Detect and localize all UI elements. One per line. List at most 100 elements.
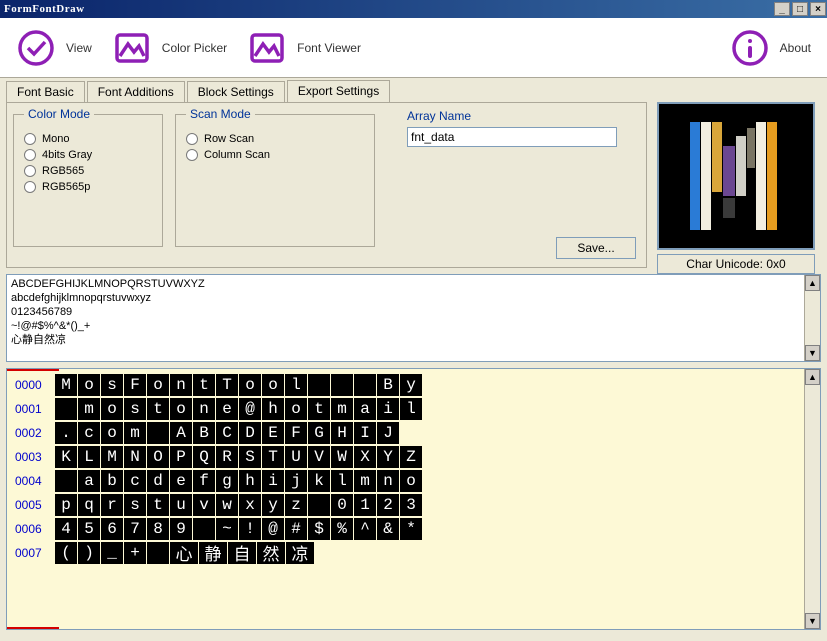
glyph-cell[interactable]: B bbox=[193, 422, 215, 444]
glyph-cell[interactable]: 静 bbox=[199, 542, 227, 564]
scroll-down-icon[interactable]: ▼ bbox=[805, 613, 820, 629]
glyph-cell[interactable]: o bbox=[239, 374, 261, 396]
glyph-cell[interactable]: o bbox=[101, 422, 123, 444]
glyph-cell[interactable]: H bbox=[331, 422, 353, 444]
radio-column-scan[interactable]: Column Scan bbox=[186, 149, 364, 161]
glyph-cell[interactable] bbox=[331, 374, 353, 396]
glyph-cell[interactable]: 心 bbox=[170, 542, 198, 564]
glyph-cell[interactable]: 8 bbox=[147, 518, 169, 540]
radio-mono[interactable]: Mono bbox=[24, 133, 152, 145]
glyph-cell[interactable] bbox=[308, 494, 330, 516]
maximize-button[interactable]: □ bbox=[792, 2, 808, 16]
glyph-cell[interactable]: e bbox=[216, 398, 238, 420]
glyph-cell[interactable]: N bbox=[124, 446, 146, 468]
glyph-cell[interactable]: h bbox=[239, 470, 261, 492]
radio-rgb565p[interactable]: RGB565p bbox=[24, 181, 152, 193]
glyph-cell[interactable]: A bbox=[170, 422, 192, 444]
glyph-cell[interactable]: X bbox=[354, 446, 376, 468]
glyph-cell[interactable]: R bbox=[216, 446, 238, 468]
glyph-cell[interactable]: _ bbox=[101, 542, 123, 564]
color-picker-button[interactable]: Color Picker bbox=[104, 24, 235, 72]
glyph-cell[interactable]: @ bbox=[239, 398, 261, 420]
glyph-cell[interactable]: # bbox=[285, 518, 307, 540]
glyph-cell[interactable]: ~ bbox=[216, 518, 238, 540]
radio-rgb565[interactable]: RGB565 bbox=[24, 165, 152, 177]
glyph-cell[interactable]: $ bbox=[308, 518, 330, 540]
glyph-cell[interactable]: k bbox=[308, 470, 330, 492]
close-button[interactable]: × bbox=[810, 2, 826, 16]
glyph-cell[interactable]: o bbox=[262, 374, 284, 396]
glyph-cell[interactable]: I bbox=[354, 422, 376, 444]
glyph-cell[interactable]: u bbox=[170, 494, 192, 516]
glyph-cell[interactable]: o bbox=[285, 398, 307, 420]
tab-block-settings[interactable]: Block Settings bbox=[187, 81, 285, 103]
glyph-cell[interactable]: s bbox=[101, 374, 123, 396]
about-button[interactable]: About bbox=[722, 24, 819, 72]
glyph-cell[interactable]: q bbox=[78, 494, 100, 516]
glyph-cell[interactable] bbox=[55, 398, 77, 420]
glyph-cell[interactable]: o bbox=[101, 398, 123, 420]
glyph-cell[interactable]: t bbox=[193, 374, 215, 396]
glyph-cell[interactable]: 6 bbox=[101, 518, 123, 540]
scroll-down-icon[interactable]: ▼ bbox=[805, 345, 820, 361]
glyph-cell[interactable]: J bbox=[377, 422, 399, 444]
tab-font-additions[interactable]: Font Additions bbox=[87, 81, 185, 103]
glyph-cell[interactable]: V bbox=[308, 446, 330, 468]
glyph-cell[interactable]: y bbox=[400, 374, 422, 396]
glyph-cell[interactable]: 0 bbox=[331, 494, 353, 516]
glyph-cell[interactable]: i bbox=[262, 470, 284, 492]
radio-4bits-gray[interactable]: 4bits Gray bbox=[24, 149, 152, 161]
glyph-cell[interactable]: d bbox=[147, 470, 169, 492]
glyph-cell[interactable]: m bbox=[124, 422, 146, 444]
glyph-cell[interactable]: M bbox=[101, 446, 123, 468]
glyph-cell[interactable]: e bbox=[170, 470, 192, 492]
glyph-cell[interactable]: z bbox=[285, 494, 307, 516]
glyph-cell[interactable]: c bbox=[124, 470, 146, 492]
glyph-cell[interactable]: n bbox=[170, 374, 192, 396]
glyph-cell[interactable] bbox=[193, 518, 215, 540]
save-button[interactable]: Save... bbox=[556, 237, 636, 259]
glyph-cell[interactable]: s bbox=[124, 494, 146, 516]
glyph-cell[interactable]: p bbox=[55, 494, 77, 516]
glyph-cell[interactable]: W bbox=[331, 446, 353, 468]
scroll-track[interactable] bbox=[805, 291, 820, 345]
glyph-cell[interactable]: l bbox=[400, 398, 422, 420]
glyph-cell[interactable]: K bbox=[55, 446, 77, 468]
glyph-cell[interactable]: 7 bbox=[124, 518, 146, 540]
glyph-cell[interactable]: 自 bbox=[228, 542, 256, 564]
glyph-cell[interactable]: . bbox=[55, 422, 77, 444]
glyph-cell[interactable]: Z bbox=[400, 446, 422, 468]
glyph-cell[interactable]: & bbox=[377, 518, 399, 540]
glyph-cell[interactable]: o bbox=[400, 470, 422, 492]
glyph-cell[interactable]: M bbox=[55, 374, 77, 396]
glyph-cell[interactable]: ^ bbox=[354, 518, 376, 540]
glyph-cell[interactable]: G bbox=[308, 422, 330, 444]
glyph-cell[interactable]: b bbox=[101, 470, 123, 492]
glyph-cell[interactable]: n bbox=[377, 470, 399, 492]
glyph-cell[interactable]: Y bbox=[377, 446, 399, 468]
character-list-textarea[interactable]: ABCDEFGHIJKLMNOPQRSTUVWXYZ abcdefghijklm… bbox=[6, 274, 821, 362]
grid-scrollbar[interactable]: ▲ ▼ bbox=[804, 369, 820, 629]
glyph-cell[interactable]: 3 bbox=[400, 494, 422, 516]
glyph-cell[interactable]: 凉 bbox=[286, 542, 314, 564]
glyph-cell[interactable]: m bbox=[331, 398, 353, 420]
glyph-cell[interactable]: + bbox=[124, 542, 146, 564]
glyph-cell[interactable]: D bbox=[239, 422, 261, 444]
glyph-cell[interactable]: t bbox=[147, 398, 169, 420]
glyph-cell[interactable]: ! bbox=[239, 518, 261, 540]
glyph-cell[interactable] bbox=[147, 422, 169, 444]
glyph-cell[interactable]: o bbox=[147, 374, 169, 396]
glyph-cell[interactable]: 9 bbox=[170, 518, 192, 540]
glyph-cell[interactable]: @ bbox=[262, 518, 284, 540]
glyph-cell[interactable]: 然 bbox=[257, 542, 285, 564]
glyph-cell[interactable]: h bbox=[262, 398, 284, 420]
glyph-cell[interactable]: s bbox=[124, 398, 146, 420]
radio-row-scan[interactable]: Row Scan bbox=[186, 133, 364, 145]
glyph-cell[interactable]: l bbox=[285, 374, 307, 396]
glyph-cell[interactable]: E bbox=[262, 422, 284, 444]
glyph-cell[interactable]: C bbox=[216, 422, 238, 444]
glyph-cell[interactable]: F bbox=[124, 374, 146, 396]
glyph-cell[interactable]: Q bbox=[193, 446, 215, 468]
minimize-button[interactable]: _ bbox=[774, 2, 790, 16]
glyph-cell[interactable]: % bbox=[331, 518, 353, 540]
